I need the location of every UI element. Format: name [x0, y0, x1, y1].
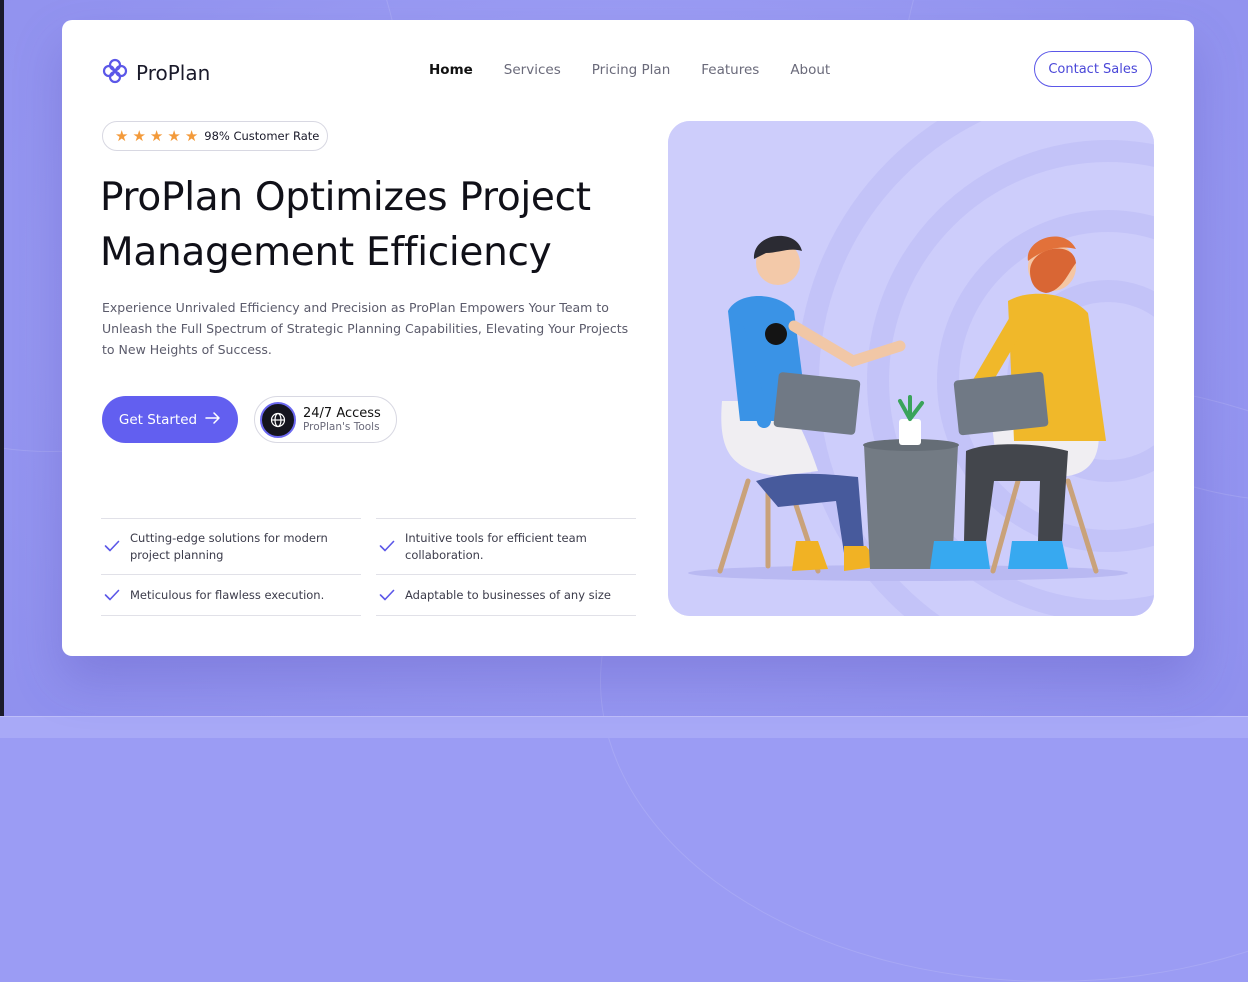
landing-card: ProPlan Home Services Pricing Plan Featu…: [62, 20, 1194, 656]
star-icon: ★: [149, 126, 164, 145]
rating-text: 98% Customer Rate: [204, 129, 320, 143]
feature-text: Meticulous for flawless execution.: [130, 587, 325, 602]
star-icon: ★: [115, 126, 129, 145]
nav-pricing-plan[interactable]: Pricing Plan: [592, 62, 671, 78]
feature-text: Intuitive tools for efficient team colla…: [405, 530, 587, 562]
nav-services[interactable]: Services: [504, 62, 561, 78]
logo[interactable]: ProPlan: [102, 58, 210, 88]
logo-flower-icon: [102, 58, 128, 88]
globe-icon: [260, 401, 296, 438]
access-badge[interactable]: 24/7 Access ProPlan's Tools: [254, 396, 397, 443]
access-title: 24/7 Access: [303, 405, 381, 421]
hero-illustration: [668, 121, 1154, 616]
access-subtitle: ProPlan's Tools: [303, 420, 380, 433]
check-icon: [379, 586, 395, 605]
get-started-button[interactable]: Get Started: [102, 396, 238, 443]
nav-about[interactable]: About: [790, 62, 830, 78]
star-icon: ★: [167, 126, 181, 145]
feature-item: Adaptable to businesses of any size: [376, 574, 636, 616]
contact-sales-button[interactable]: Contact Sales: [1034, 51, 1152, 87]
headline-line-1: ProPlan Optimizes Project: [100, 175, 591, 220]
check-icon: [104, 586, 120, 605]
feature-item: Intuitive tools for efficient team colla…: [376, 518, 636, 574]
star-icon: ★: [184, 126, 199, 145]
rating-pill: ★ ★ ★ ★ ★ 98% Customer Rate: [102, 121, 328, 151]
feature-item: Meticulous for flawless execution.: [101, 574, 361, 616]
feature-item: Cutting-edge solutions for modern projec…: [101, 518, 361, 574]
window-edge: [0, 0, 4, 737]
get-started-label: Get Started: [118, 411, 198, 428]
check-icon: [379, 537, 395, 556]
feature-text: Adaptable to businesses of any size: [405, 587, 611, 602]
hero-headline: ProPlan Optimizes Project Management Eff…: [100, 170, 660, 280]
arrow-right-icon: [205, 411, 221, 428]
nav-home[interactable]: Home: [429, 62, 473, 78]
main-nav: Home Services Pricing Plan Features Abou…: [429, 62, 830, 78]
headline-line-2: Management Efficiency: [100, 230, 552, 275]
feature-text: Cutting-edge solutions for modern projec…: [130, 530, 328, 562]
bottom-strip: [0, 716, 1248, 738]
hero-description: Experience Unrivaled Efficiency and Prec…: [102, 300, 629, 357]
check-icon: [104, 537, 120, 556]
brand-name: ProPlan: [136, 61, 211, 85]
star-icon: ★: [132, 126, 146, 145]
nav-features[interactable]: Features: [701, 62, 759, 78]
feature-list: Cutting-edge solutions for modern projec…: [101, 518, 636, 616]
